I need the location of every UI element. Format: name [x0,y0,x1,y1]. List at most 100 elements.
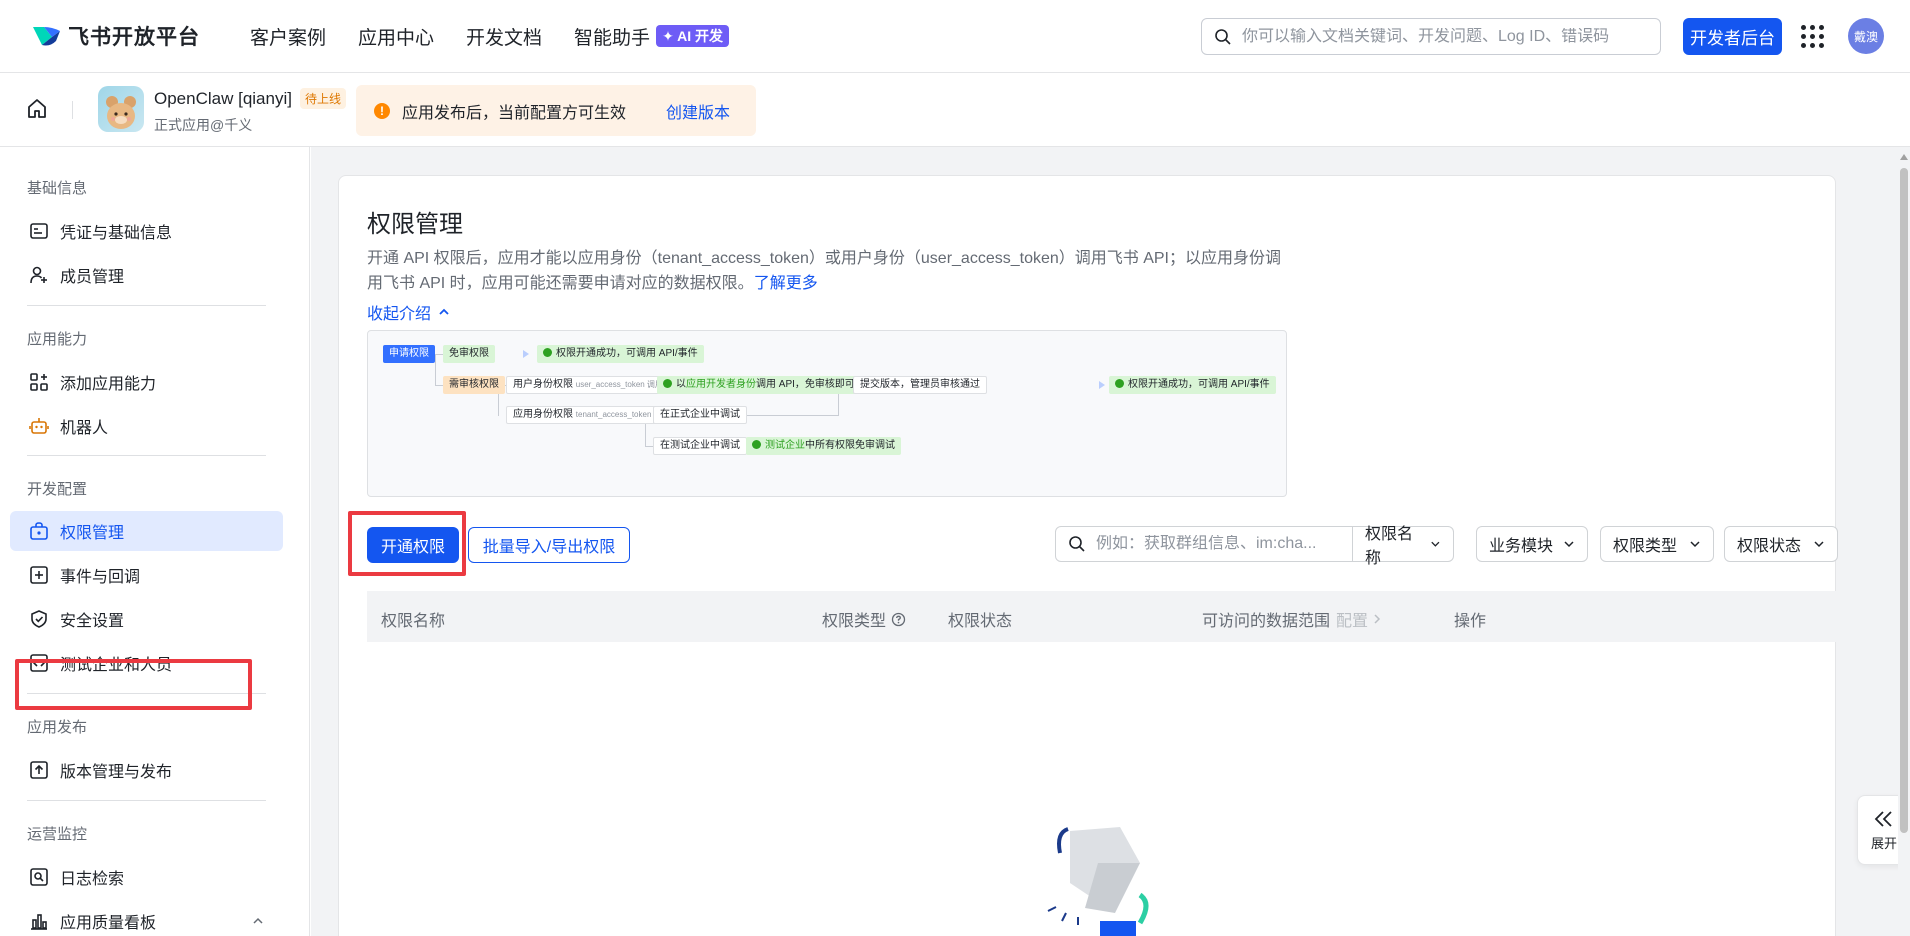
user-avatar[interactable]: 戴澳 [1848,18,1884,54]
column-header-scope-label: 可访问的数据范围 [1202,613,1331,630]
expand-label: 展开 [1870,835,1897,851]
shield-icon [31,610,47,628]
permission-search[interactable] [1055,526,1353,562]
scroll-up-arrow[interactable] [1900,154,1908,160]
home-icon[interactable] [25,97,49,121]
batch-import-export-button[interactable]: 批量导入/导出权限 [468,527,630,563]
page-title: 权限管理 [367,211,463,238]
divider [27,455,266,456]
sidebar-item-log-search[interactable]: 日志检索 [10,857,283,897]
sidebar-item-versions[interactable]: 版本管理与发布 [10,750,283,790]
flow-connector [435,354,436,385]
sidebar-section-title: 基础信息 [27,180,88,197]
search-field-select[interactable]: 权限名称 [1353,526,1454,567]
warning-icon: ! [374,102,390,119]
robot-icon [29,418,49,434]
global-search-input[interactable] [1242,27,1660,46]
business-module-filter[interactable]: 业务模块 [1476,526,1588,562]
flow-arrow [1099,381,1105,389]
select-label: 权限类型 [1613,538,1678,555]
flow-text: 用户身份权限 [513,379,573,390]
flow-highlight: 测试企业 [765,440,805,451]
flow-node-final-result: 权限开通成功，可调用 API/事件 [1109,376,1276,394]
chevron-down-icon [1690,541,1700,548]
sidebar-item-label: 事件与回调 [60,569,141,586]
nav-link-docs[interactable]: 开发文档 [466,23,542,50]
column-header-status: 权限状态 [948,613,1013,630]
column-header-scope: 可访问的数据范围 配置 [1202,607,1383,631]
scope-config-link[interactable]: 配置 [1336,607,1383,631]
flow-node-free: 免审权限 [443,345,495,363]
permission-search-input[interactable] [1096,535,1336,553]
sidebar-item-credentials[interactable]: 凭证与基础信息 [10,211,283,251]
sidebar-item-add-capability[interactable]: 添加应用能力 [10,362,283,402]
app-subtitle: 正式应用@千义 [154,117,253,133]
nav-links: 客户案例 应用中心 开发文档 智能助手 ✦ AI 开发 [250,23,761,50]
highlight-box [348,511,466,576]
nav-link-assistant[interactable]: 智能助手 ✦ AI 开发 [574,23,730,50]
app-name-text: OpenClaw [qianyi] [154,88,292,108]
flow-node-dev-debug: 以应用开发者身份调用 API，免审核即可调试 [657,376,881,394]
select-label: 业务模块 [1489,538,1554,555]
sidebar-item-quality-board[interactable]: 应用质量看板 [10,901,283,936]
app-header-bar: OpenClaw [qianyi] 待上线 正式应用@千义 ! 应用发布后，当前… [0,73,1910,147]
chevron-up-icon[interactable] [251,914,265,928]
learn-more-link[interactable]: 了解更多 [754,275,818,292]
sidebar-item-events[interactable]: 事件与回调 [10,555,283,595]
page-description: 开通 API 权限后，应用才能以应用身份（tenant_access_token… [367,246,1287,296]
column-header-name: 权限名称 [381,613,446,630]
permission-icon [30,522,48,540]
collapse-intro-link[interactable]: 收起介绍 [367,300,451,324]
nav-link-app-center[interactable]: 应用中心 [358,23,434,50]
sidebar: 基础信息 凭证与基础信息 成员管理 应用能力 添加应用能力 机器人 开发配置 权… [0,147,310,936]
column-header-action: 操作 [1454,613,1487,630]
logo[interactable]: 飞书开放平台 [30,21,200,51]
help-icon[interactable] [891,612,906,627]
app-avatar[interactable] [98,86,144,132]
scope-config-label: 配置 [1336,613,1369,630]
check-icon [752,440,761,449]
bar-chart-icon [31,914,47,930]
sidebar-item-label: 安全设置 [60,613,125,630]
dev-console-button[interactable]: 开发者后台 [1683,18,1782,55]
nav-link-assistant-label: 智能助手 [574,27,651,49]
flow-text: 中所有权限免审调试 [805,440,895,451]
status-badge: 待上线 [299,88,346,109]
global-search[interactable] [1201,18,1661,55]
sidebar-section-title: 运营监控 [27,826,88,843]
sidebar-section-title: 应用能力 [27,331,88,348]
sidebar-item-members[interactable]: 成员管理 [10,255,283,295]
sidebar-item-label: 凭证与基础信息 [60,225,173,242]
chevron-down-icon [1431,541,1440,547]
flow-text: 权限开通成功，可调用 API/事件 [556,348,698,359]
chevron-up-icon [439,308,449,315]
create-version-link[interactable]: 创建版本 [666,99,730,123]
upload-box-icon [30,761,48,779]
flow-highlight: 应用开发者身份 [686,379,756,390]
app-grid-icon[interactable] [1801,25,1825,49]
check-icon [1115,379,1124,388]
flow-arrow [523,350,529,358]
flow-node-user-perm: 用户身份权限 user_access_token 调用 [506,376,670,394]
sidebar-item-robot[interactable]: 机器人 [10,406,283,446]
flow-connector [435,385,443,386]
page-scrollbar[interactable] [1898,150,1910,936]
event-icon [30,566,48,584]
permission-status-filter[interactable]: 权限状态 [1724,526,1838,562]
scrollbar-thumb[interactable] [1900,168,1908,833]
flow-node-tenant-perm: 应用身份权限 tenant_access_token 调用 [506,406,677,424]
flow-token-note: user_access_token 调用 [575,380,663,389]
user-add-icon [30,266,47,284]
sidebar-item-security[interactable]: 安全设置 [10,599,283,639]
nav-link-cases[interactable]: 客户案例 [250,23,326,50]
flow-node-test-debug: 在测试企业中调试 [653,437,747,455]
chevron-down-icon [1814,541,1824,548]
sidebar-item-label: 添加应用能力 [60,376,157,393]
permission-type-filter[interactable]: 权限类型 [1600,526,1714,562]
flow-text: 权限开通成功，可调用 API/事件 [1128,379,1270,390]
flow-connector [645,446,653,447]
highlight-box [15,659,252,710]
column-header-type: 权限类型 [822,607,906,631]
sidebar-item-permissions[interactable]: 权限管理 [10,511,283,551]
flow-node-prod-debug: 在正式企业中调试 [653,406,747,424]
